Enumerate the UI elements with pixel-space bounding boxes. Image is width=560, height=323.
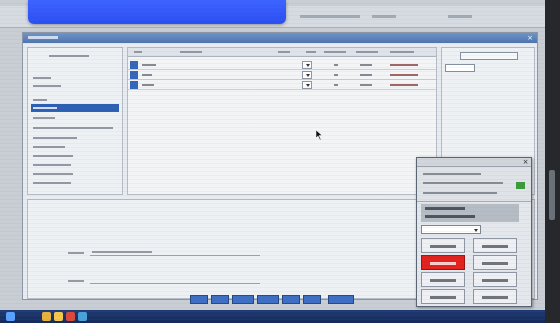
action-button[interactable]	[232, 295, 254, 304]
table-row[interactable]	[128, 70, 436, 80]
action-button[interactable]	[282, 295, 300, 304]
row-dropdown[interactable]	[302, 61, 312, 69]
popup-button[interactable]	[473, 238, 517, 253]
action-button[interactable]	[303, 295, 321, 304]
sidebar-item[interactable]	[31, 170, 119, 178]
popup-titlebar: ×	[417, 158, 531, 167]
app-icon[interactable]	[66, 312, 75, 321]
action-button[interactable]	[190, 295, 208, 304]
action-button-row	[190, 295, 360, 304]
sidebar-item[interactable]	[31, 96, 119, 104]
sidebar-item[interactable]	[31, 82, 119, 90]
chrome-icon[interactable]	[42, 312, 51, 321]
sidebar-item[interactable]	[31, 134, 119, 142]
popup-primary-button[interactable]	[421, 255, 465, 270]
row-number	[130, 81, 138, 89]
popup-dialog: ×	[416, 157, 532, 307]
popup-highlight	[421, 204, 519, 222]
close-icon[interactable]: ×	[526, 34, 534, 42]
close-icon[interactable]: ×	[522, 159, 529, 166]
popup-button[interactable]	[473, 255, 517, 270]
top-bar-text	[448, 15, 472, 18]
popup-button[interactable]	[421, 238, 465, 253]
window-title	[28, 36, 58, 39]
sidebar-menu	[27, 47, 123, 195]
row-number	[130, 71, 138, 79]
window-titlebar: ×	[23, 33, 537, 43]
start-icon[interactable]	[6, 312, 15, 321]
row-dropdown[interactable]	[302, 71, 312, 79]
sidebar-item[interactable]	[31, 52, 119, 60]
data-table	[127, 47, 437, 195]
popup-button[interactable]	[473, 289, 517, 304]
sidebar-item-selected[interactable]	[31, 104, 119, 112]
overlay-banner	[28, 0, 286, 24]
table-header	[128, 48, 436, 57]
mouse-pointer-icon	[316, 130, 323, 140]
row-dropdown[interactable]	[302, 81, 312, 89]
top-bar-text	[300, 15, 360, 18]
sidebar-item[interactable]	[31, 161, 119, 169]
action-button[interactable]	[257, 295, 279, 304]
os-taskbar	[0, 310, 545, 323]
sidebar-item[interactable]	[31, 114, 119, 122]
popup-button[interactable]	[421, 272, 465, 287]
monitor-bezel	[545, 0, 560, 323]
form-label	[68, 252, 84, 254]
row-number	[130, 61, 138, 69]
form-field[interactable]	[90, 248, 260, 256]
table-row[interactable]	[128, 60, 436, 70]
app-icon-2[interactable]	[78, 312, 87, 321]
action-button[interactable]	[211, 295, 229, 304]
popup-button[interactable]	[421, 289, 465, 304]
popup-select[interactable]	[421, 225, 481, 234]
sidebar-item[interactable]	[31, 152, 119, 160]
sidebar-item[interactable]	[31, 143, 119, 151]
form-field[interactable]	[90, 276, 260, 284]
sidebar-item[interactable]	[31, 124, 119, 132]
action-button[interactable]	[328, 295, 354, 304]
status-badge	[516, 182, 525, 189]
detail-field[interactable]	[445, 64, 475, 72]
sidebar-item[interactable]	[31, 74, 119, 82]
sidebar-item[interactable]	[31, 179, 119, 187]
bezel-button	[549, 170, 555, 220]
table-row[interactable]	[128, 80, 436, 90]
popup-info	[417, 168, 531, 202]
form-label	[68, 280, 84, 282]
popup-button[interactable]	[473, 272, 517, 287]
detail-button[interactable]	[460, 52, 518, 60]
folder-icon[interactable]	[54, 312, 63, 321]
top-bar-text	[372, 15, 396, 18]
